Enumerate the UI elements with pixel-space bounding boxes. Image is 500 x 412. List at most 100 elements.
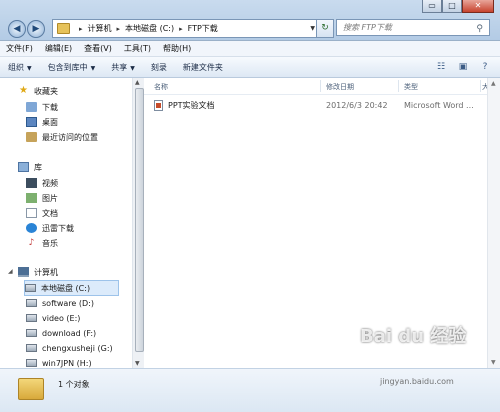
menu-file[interactable]: 文件(F)	[0, 43, 39, 54]
chevron-right-icon: ▸	[179, 24, 183, 33]
chevron-down-icon: ▼	[27, 64, 32, 72]
nav-item-drive-h[interactable]: win7JPN (H:)	[26, 356, 92, 368]
nav-item-drive-f[interactable]: download (F:)	[26, 326, 96, 340]
search-icon: ⚲	[476, 24, 483, 34]
nav-item-thunder[interactable]: 迅雷下载	[26, 221, 74, 235]
forward-button[interactable]: ▶	[27, 20, 45, 38]
burn-button[interactable]: 刻录	[143, 62, 175, 73]
minimize-button[interactable]: ▭	[422, 0, 442, 13]
refresh-button[interactable]: ↻	[316, 19, 334, 38]
nav-item-label: 图片	[42, 193, 58, 203]
share-label: 共享	[111, 62, 128, 72]
downloads-folder-icon	[26, 102, 37, 112]
drive-icon	[25, 284, 36, 292]
music-icon: ♪	[28, 238, 35, 248]
chevron-down-icon[interactable]: ▼	[310, 25, 315, 32]
content-scrollbar[interactable]: ▲ ▼	[487, 78, 500, 368]
thunder-download-icon	[26, 223, 37, 233]
column-modified[interactable]: 修改日期	[326, 82, 354, 92]
column-divider[interactable]	[480, 80, 481, 92]
drive-icon	[26, 299, 37, 307]
nav-item-label: 文档	[42, 208, 58, 218]
folder-icon	[57, 23, 70, 34]
back-button[interactable]: ◀	[8, 20, 26, 38]
computer-icon	[18, 267, 29, 277]
details-pane: 1 个对象	[0, 368, 500, 412]
close-button[interactable]: ✕	[462, 0, 494, 13]
drive-icon	[26, 314, 37, 322]
menu-tools[interactable]: 工具(T)	[118, 43, 157, 54]
nav-item-music[interactable]: ♪ 音乐	[26, 236, 58, 250]
include-library-button[interactable]: 包含到库中 ▼	[40, 62, 104, 73]
nav-libraries-label: 库	[34, 162, 42, 172]
search-placeholder: 搜索 FTP下载	[343, 23, 392, 32]
menu-view[interactable]: 查看(V)	[78, 43, 118, 54]
scroll-up-icon[interactable]: ▲	[491, 80, 496, 87]
explorer-window: ▭ □ ✕ ◀ ▶ ▸ 计算机 ▸ 本地磁盘 (C:) ▸ FTP下载 ▼ ↻ …	[0, 0, 500, 412]
nav-item-downloads[interactable]: 下载	[26, 100, 58, 114]
watermark-logo: Bai du 经验	[360, 326, 467, 347]
menu-help[interactable]: 帮助(H)	[157, 43, 197, 54]
column-header: 名称 修改日期 类型 大小	[144, 78, 500, 95]
chevron-down-icon: ▼	[90, 64, 96, 72]
nav-item-label: video (E:)	[42, 313, 81, 323]
word-document-icon	[154, 99, 163, 111]
nav-item-label: 下载	[42, 102, 58, 112]
nav-item-documents[interactable]: 文档	[26, 206, 58, 220]
nav-item-pictures[interactable]: 图片	[26, 191, 58, 205]
column-divider[interactable]	[398, 80, 399, 92]
breadcrumb-computer[interactable]: 计算机	[88, 23, 112, 34]
maximize-button[interactable]: □	[442, 0, 462, 13]
scroll-thumb[interactable]	[135, 88, 144, 352]
library-icon	[18, 162, 29, 172]
nav-computer[interactable]: 计算机	[18, 265, 58, 279]
file-name: PPT实验文档	[168, 100, 215, 110]
nav-favorites[interactable]: ★ 收藏夹	[18, 84, 58, 98]
share-button[interactable]: 共享 ▼	[103, 62, 143, 73]
nav-item-label: 迅雷下载	[42, 223, 74, 233]
chevron-right-icon: ▸	[79, 24, 83, 33]
nav-item-desktop[interactable]: 桌面	[26, 115, 58, 129]
video-icon	[26, 178, 37, 188]
column-type[interactable]: 类型	[404, 82, 418, 92]
watermark-url: jingyan.baidu.com	[380, 377, 454, 386]
chevron-down-icon[interactable]: ◢	[8, 268, 13, 275]
nav-item-label: 视频	[42, 178, 58, 188]
table-row[interactable]: PPT实验文档 2012/6/3 20:42 Microsoft Word ..…	[154, 98, 500, 112]
view-controls: ☷ ▣ ?	[434, 60, 492, 74]
recent-places-icon	[26, 132, 37, 142]
nav-item-label: win7JPN (H:)	[42, 358, 92, 368]
preview-pane-icon[interactable]: ▣	[456, 60, 470, 74]
nav-item-drive-c[interactable]: 本地磁盘 (C:)	[24, 280, 120, 296]
nav-favorites-label: 收藏夹	[34, 86, 58, 96]
organize-label: 组织	[8, 62, 24, 72]
picture-icon	[26, 193, 37, 203]
scroll-down-icon[interactable]: ▼	[491, 359, 496, 366]
breadcrumb-drive-c[interactable]: 本地磁盘 (C:)	[125, 23, 174, 34]
new-folder-button[interactable]: 新建文件夹	[175, 62, 231, 73]
address-bar[interactable]: ▸ 计算机 ▸ 本地磁盘 (C:) ▸ FTP下载 ▼	[52, 19, 320, 38]
nav-item-recent[interactable]: 最近访问的位置	[26, 130, 98, 144]
organize-button[interactable]: 组织 ▼	[0, 62, 40, 73]
view-options-icon[interactable]: ☷	[434, 60, 448, 74]
star-icon: ★	[19, 85, 28, 96]
scroll-down-icon[interactable]: ▼	[135, 360, 140, 367]
menu-edit[interactable]: 编辑(E)	[39, 43, 78, 54]
drive-icon	[26, 344, 37, 352]
title-bar: ▭ □ ✕ ◀ ▶ ▸ 计算机 ▸ 本地磁盘 (C:) ▸ FTP下载 ▼ ↻ …	[0, 0, 500, 41]
column-divider[interactable]	[320, 80, 321, 92]
nav-item-drive-e[interactable]: video (E:)	[26, 311, 80, 325]
breadcrumb-ftp[interactable]: FTP下载	[188, 23, 218, 34]
folder-icon	[18, 378, 44, 400]
include-library-label: 包含到库中	[47, 62, 88, 72]
nav-libraries[interactable]: 库	[18, 160, 42, 174]
nav-item-drive-g[interactable]: chengxusheji (G:)	[26, 341, 113, 355]
help-icon[interactable]: ?	[478, 60, 492, 74]
column-name[interactable]: 名称	[154, 82, 168, 92]
nav-item-label: 桌面	[42, 117, 58, 127]
scroll-up-icon[interactable]: ▲	[135, 79, 140, 86]
menu-bar: 文件(F) 编辑(E) 查看(V) 工具(T) 帮助(H)	[0, 41, 500, 57]
nav-item-videos[interactable]: 视频	[26, 176, 58, 190]
search-input[interactable]: 搜索 FTP下载 ⚲	[336, 19, 490, 36]
nav-item-drive-d[interactable]: software (D:)	[26, 296, 94, 310]
